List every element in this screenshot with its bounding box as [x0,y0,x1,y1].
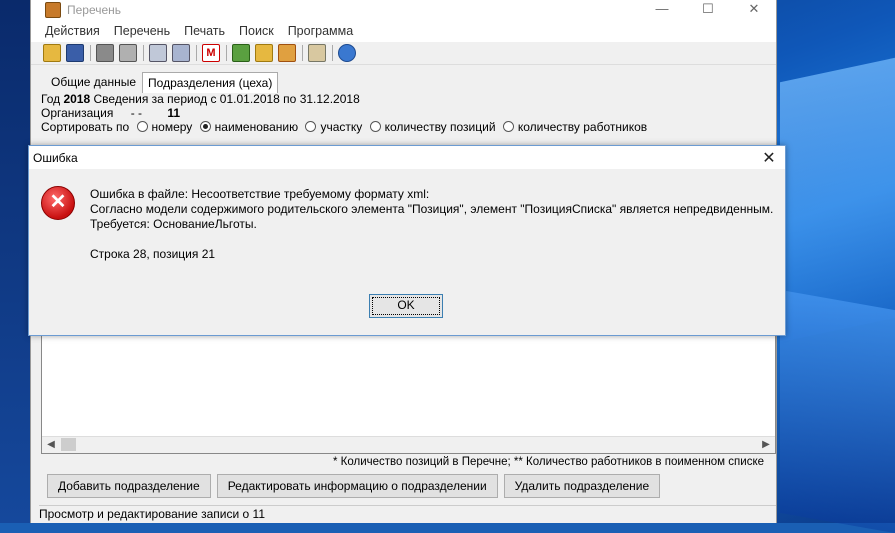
sort-label: Сортировать по [41,120,130,134]
tab-general-data[interactable]: Общие данные [45,71,142,93]
help-icon[interactable] [338,44,356,62]
toolbar-separator [226,45,227,61]
org-value: 11 [167,106,181,120]
org-row: Организация - - 11 [41,106,774,120]
sort-option-label: наименованию [214,120,299,134]
dialog-close-button[interactable]: ✕ [759,148,779,168]
sort-row: Сортировать по номеру наименованию участ… [41,120,774,134]
org-label: Организация [41,106,114,120]
dialog-titlebar: Ошибка ✕ [29,146,785,169]
summary-panel: Год 2018 Сведения за период с 01.01.2018… [41,92,774,148]
error-line-3: Требуется: ОснованиеЛьготы. [90,217,257,231]
delete-icon[interactable] [278,44,296,62]
error-message: Ошибка в файле: Несоответствие требуемом… [90,187,773,262]
tab-bar: Общие данные Подразделения (цеха) [31,71,776,93]
sort-option-label: количеству позиций [384,120,496,134]
window-title: Перечень [67,3,122,17]
year-row: Год 2018 Сведения за период с 01.01.2018… [41,92,774,106]
toolbar-separator [143,45,144,61]
org-dashes: - - [130,106,143,120]
toolbar-separator [196,45,197,61]
departments-list[interactable]: ◀ ▶ [41,334,776,454]
desktop-left-strip [0,0,30,523]
desktop-light-beam [780,289,895,533]
sort-radio-name[interactable] [199,121,211,132]
close-button[interactable]: ✕ [731,0,777,20]
sort-radio-workers[interactable] [502,121,514,132]
status-bar: Просмотр и редактирование записи о 11 [39,505,776,524]
menu-list[interactable]: Перечень [114,24,170,38]
delete-department-button[interactable]: Удалить подразделение [503,474,661,498]
open-folder-icon[interactable] [43,44,61,62]
menu-print[interactable]: Печать [184,24,225,38]
toolbar-separator [332,45,333,61]
error-location: Строка 28, позиция 21 [90,247,216,261]
year-label: Год [41,92,61,106]
search-icon[interactable] [308,44,326,62]
error-dialog: Ошибка ✕ ✕ Ошибка в файле: Несоответстви… [28,145,786,336]
menu-program[interactable]: Программа [288,24,354,38]
menu-actions[interactable]: Действия [45,24,100,38]
print-preview-icon[interactable] [119,44,137,62]
documents-icon[interactable] [172,44,190,62]
toolbar: M [31,42,776,65]
tab-departments[interactable]: Подразделения (цеха) [142,72,279,93]
sort-option-label: номеру [151,120,193,134]
add-icon[interactable] [232,44,250,62]
sort-radio-section[interactable] [305,121,317,132]
error-line-2: Согласно модели содержимого родительског… [90,202,774,216]
scroll-thumb[interactable] [61,438,76,451]
add-department-button[interactable]: Добавить подразделение [47,474,211,498]
error-icon: ✕ [41,186,75,220]
button-row: Добавить подразделение Редактировать инф… [47,474,661,498]
app-icon [45,2,61,18]
scroll-right-icon[interactable]: ▶ [758,438,774,452]
footnote: * Количество позиций в Перечне; ** Колич… [332,456,764,468]
dialog-title: Ошибка [33,151,78,165]
sort-option-label: участку [320,120,363,134]
print-icon[interactable] [96,44,114,62]
menu-search[interactable]: Поиск [239,24,274,38]
sort-option-label: количеству работников [517,120,648,134]
scroll-left-icon[interactable]: ◀ [43,438,59,452]
horizontal-scrollbar[interactable]: ◀ ▶ [42,436,775,453]
error-line-1: Ошибка в файле: Несоответствие требуемом… [90,187,430,201]
minimize-button[interactable]: — [639,0,685,20]
main-titlebar: Перечень — ☐ ✕ [31,0,776,20]
error-spacer [90,232,773,247]
report-m-icon[interactable]: M [202,44,220,62]
sort-radio-number[interactable] [136,121,148,132]
save-icon[interactable] [66,44,84,62]
toolbar-separator [90,45,91,61]
maximize-button[interactable]: ☐ [685,0,731,20]
sort-radio-positions[interactable] [369,121,381,132]
period-text: Сведения за период с 01.01.2018 по 31.12… [93,92,360,106]
copy-icon[interactable] [149,44,167,62]
edit-folder-icon[interactable] [255,44,273,62]
year-value: 2018 [63,92,91,106]
toolbar-separator [302,45,303,61]
edit-department-button[interactable]: Редактировать информацию о подразделении [216,474,498,498]
menu-bar: Действия Перечень Печать Поиск Программа [31,20,776,42]
ok-button[interactable]: OK [369,294,443,318]
